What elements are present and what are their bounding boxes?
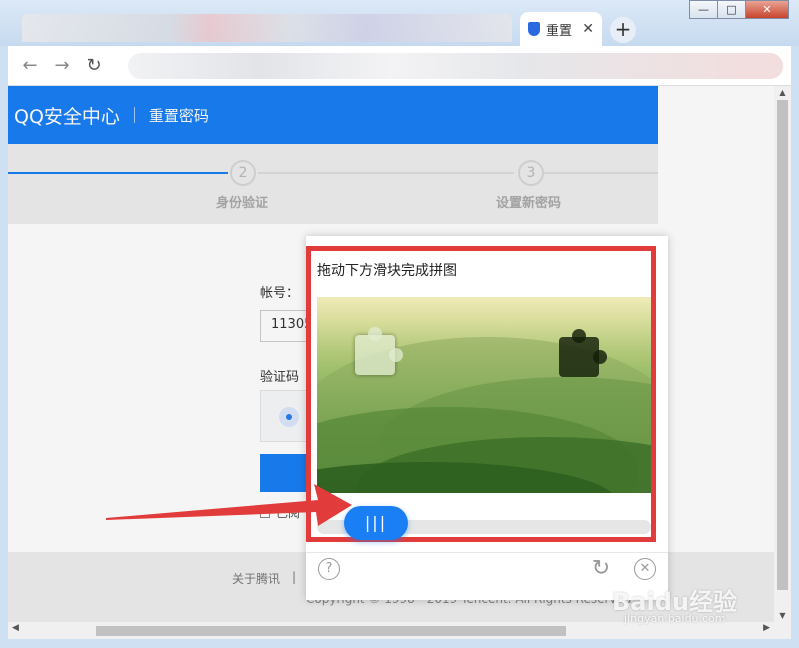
page-viewport: QQ安全中心 重置密码 2 身份验证 3 设置新密码 帐号： 11305 验证码… bbox=[8, 86, 774, 622]
forward-icon[interactable]: → bbox=[50, 54, 74, 78]
window-close-button[interactable]: ✕ bbox=[745, 0, 789, 19]
scroll-right-icon[interactable]: ▶ bbox=[763, 623, 770, 633]
puzzle-piece[interactable] bbox=[355, 327, 403, 375]
minimize-button[interactable]: — bbox=[689, 0, 718, 19]
window-controls: — □ ✕ bbox=[689, 0, 789, 19]
popup-divider bbox=[306, 552, 668, 553]
close-icon[interactable]: ✕ bbox=[634, 558, 656, 580]
reload-icon[interactable]: ↻ bbox=[82, 54, 106, 78]
active-tab[interactable]: 重置 ✕ bbox=[520, 12, 602, 46]
captcha-title: 拖动下方滑块完成拼图 bbox=[317, 263, 457, 279]
scroll-down-icon[interactable]: ▼ bbox=[774, 611, 791, 620]
help-icon[interactable]: ? bbox=[318, 558, 340, 580]
scroll-left-icon[interactable]: ◀ bbox=[12, 623, 19, 633]
shield-icon bbox=[528, 22, 540, 36]
new-tab-button[interactable]: + bbox=[610, 17, 636, 43]
blurred-tabs[interactable] bbox=[22, 14, 512, 42]
baidu-watermark-url: jingyan.baidu.com bbox=[624, 612, 726, 625]
tab-close-icon[interactable]: ✕ bbox=[582, 21, 594, 37]
scroll-up-icon[interactable]: ▲ bbox=[774, 88, 791, 97]
vertical-scrollbar[interactable]: ▲ ▼ bbox=[774, 86, 791, 622]
address-bar[interactable] bbox=[128, 53, 783, 79]
scroll-corner bbox=[774, 622, 791, 639]
tab-title: 重置 bbox=[546, 23, 573, 39]
puzzle-image bbox=[317, 297, 651, 493]
maximize-button[interactable]: □ bbox=[717, 0, 746, 19]
browser-titlebar: 重置 ✕ + — □ ✕ bbox=[0, 0, 799, 46]
refresh-icon[interactable]: ↻ bbox=[590, 558, 612, 580]
slider-handle[interactable]: ||| bbox=[344, 506, 408, 540]
puzzle-slot bbox=[559, 329, 607, 377]
captcha-popup: 拖动下方滑块完成拼图 ||| ? ↻ ✕ bbox=[306, 236, 668, 600]
vertical-scroll-thumb[interactable] bbox=[777, 100, 788, 590]
back-icon[interactable]: ← bbox=[18, 54, 42, 78]
browser-toolbar: ← → ↻ bbox=[8, 46, 791, 86]
horizontal-scroll-thumb[interactable] bbox=[96, 626, 566, 636]
